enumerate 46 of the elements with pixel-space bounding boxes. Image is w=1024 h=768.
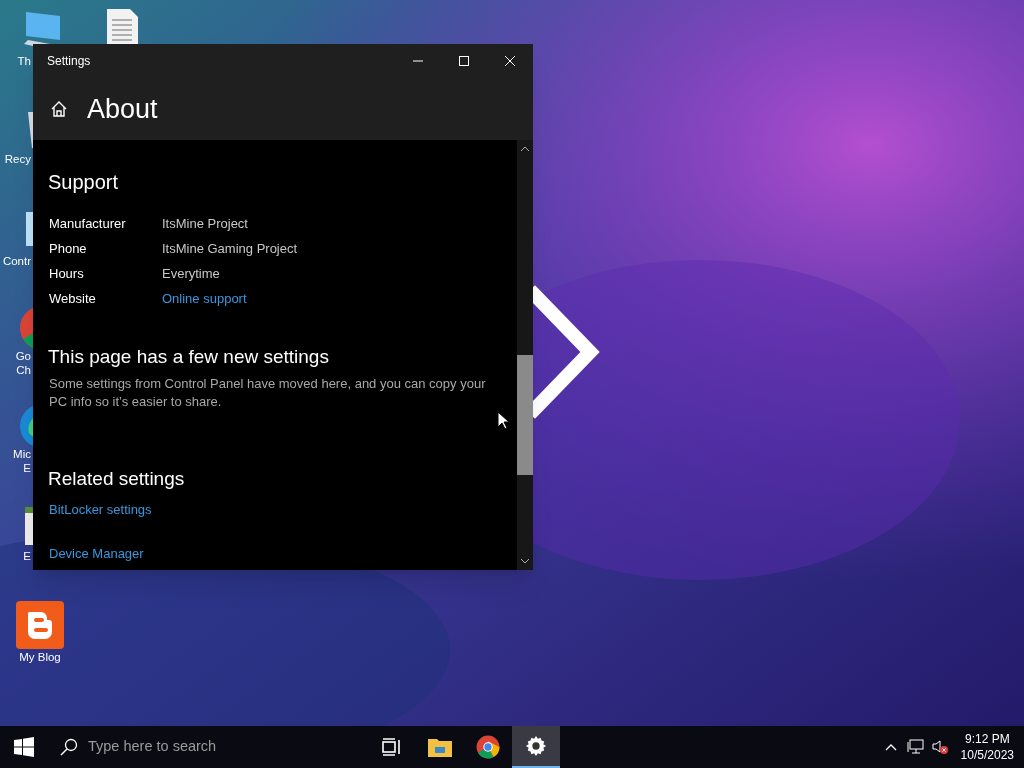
task-view-icon — [382, 738, 402, 756]
window-title: Settings — [47, 53, 92, 70]
support-link[interactable]: Online support — [162, 288, 247, 309]
minimize-icon — [412, 60, 424, 62]
info-value: ItsMine Project — [162, 214, 248, 233]
windows-logo-icon — [14, 737, 34, 757]
icon-label: Contr — [2, 254, 31, 268]
network-icon — [906, 739, 925, 755]
icon-label: Mic — [13, 447, 31, 461]
section-heading: Related settings — [48, 467, 186, 491]
search-field[interactable]: Type here to search — [88, 736, 328, 758]
icon-label: E — [23, 549, 31, 563]
info-value: ItsMine Gaming Project — [162, 239, 298, 258]
page-title: About — [87, 92, 158, 126]
chrome-icon — [476, 735, 500, 759]
home-icon — [50, 100, 68, 118]
info-label: Hours — [48, 264, 85, 283]
icon-label: Th — [17, 54, 31, 68]
info-label: Manufacturer — [48, 214, 127, 233]
info-label: Phone — [48, 239, 88, 258]
clock-date: 10/5/2023 — [960, 747, 1014, 763]
settings-link[interactable]: Device Manager — [48, 546, 144, 561]
blog-icon — [15, 600, 65, 650]
icon-label: Recy — [4, 152, 31, 166]
section-heading: Support — [48, 170, 120, 194]
settings-link[interactable]: BitLocker settings — [48, 502, 152, 517]
home-button[interactable] — [49, 99, 69, 119]
settings-icon — [525, 735, 547, 757]
chevron-up-icon — [884, 743, 897, 751]
maximize-icon — [458, 55, 470, 67]
scrollbar[interactable] — [517, 140, 533, 570]
mouse-cursor-icon — [497, 411, 509, 430]
icon-label: E — [23, 461, 31, 475]
speaker-muted-icon — [930, 739, 949, 755]
description-text: Some settings from Control Panel have moved here, and you can copy your PC info so it’s easier to share. — [48, 375, 487, 411]
info-value: Everytime — [162, 264, 220, 283]
taskbar-app[interactable] — [512, 726, 560, 768]
clock-time: 9:12 PM — [964, 731, 1010, 747]
section-heading: This page has a few new settings — [48, 345, 330, 369]
info-label: Website — [48, 289, 97, 308]
icon-label: Go — [15, 349, 31, 363]
folder-icon — [428, 737, 452, 757]
icon-label: My Blog — [19, 650, 61, 664]
close-icon — [504, 55, 516, 67]
search-icon — [60, 738, 78, 756]
icon-label: Ch — [16, 363, 31, 377]
